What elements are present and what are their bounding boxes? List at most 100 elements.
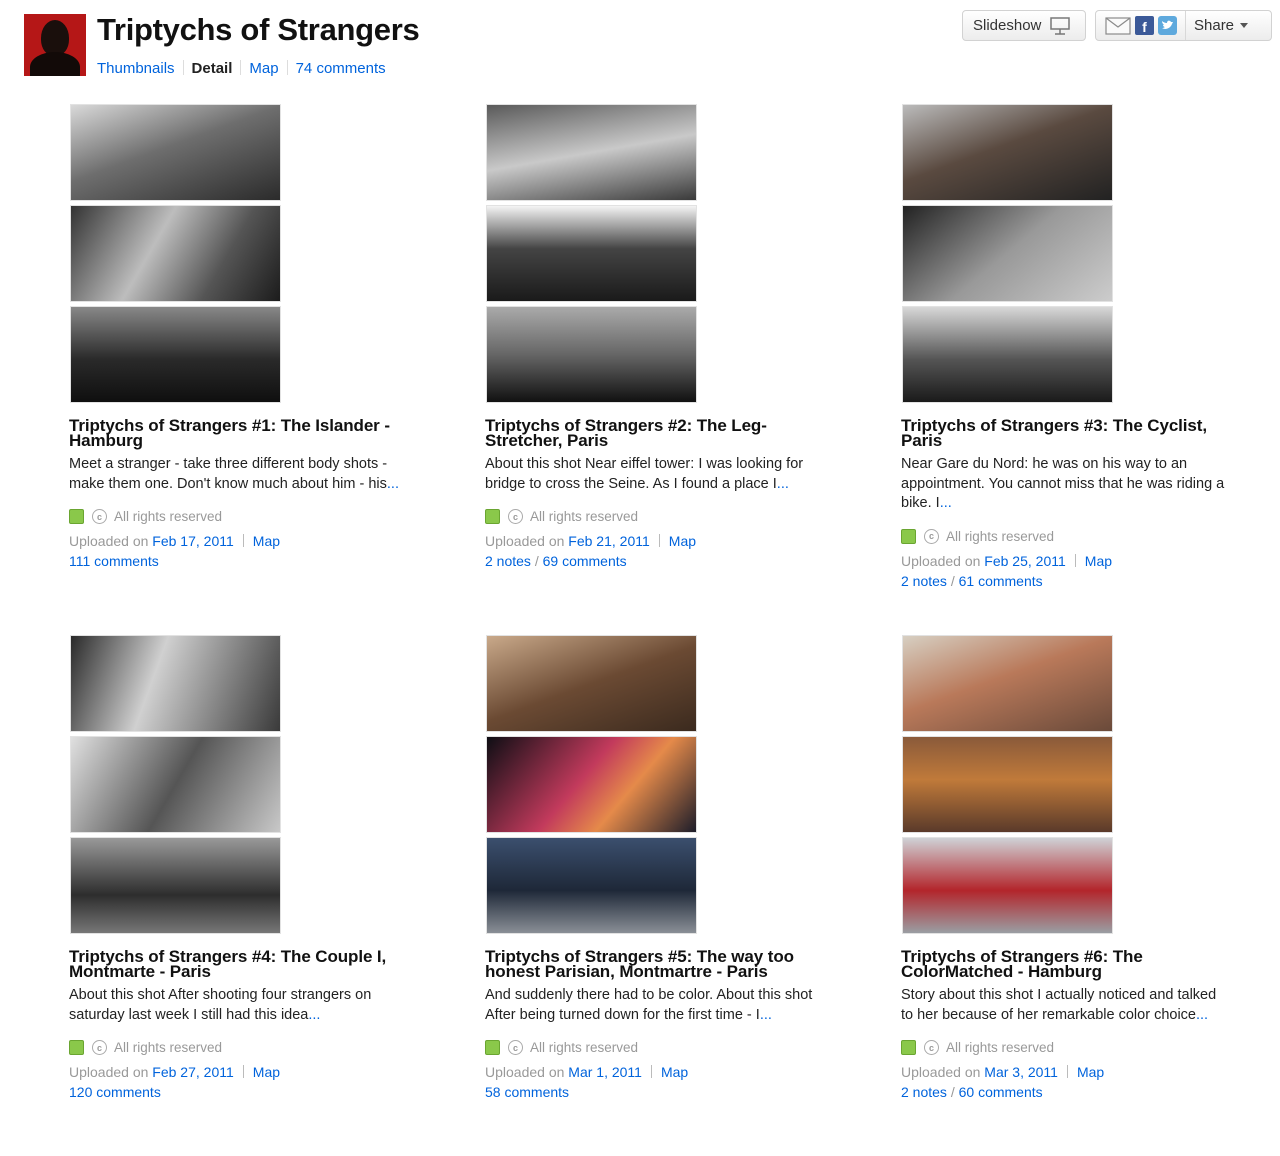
upload-date-link[interactable]: Feb 25, 2011 [984,553,1065,569]
comments-link[interactable]: 61 comments [959,573,1043,589]
slideshow-label: Slideshow [973,17,1042,34]
notes-link[interactable]: 2 notes [901,1084,947,1100]
tab-detail[interactable]: Detail [192,60,233,77]
comment-stats: 2 notes / 60 comments [901,1084,1043,1100]
license-label[interactable]: All rights reserved [530,1040,638,1055]
upload-info: Uploaded on Feb 25, 2011 Map [901,553,1231,569]
copyright-icon: c [92,1040,107,1055]
photo-panel-middle [486,205,697,302]
map-link[interactable]: Map [253,1064,280,1080]
comments-link[interactable]: 60 comments [959,1084,1043,1100]
copyright-icon: c [92,509,107,524]
license-row: c All rights reserved [69,509,399,524]
set-comments-link[interactable]: 74 comments [296,60,386,77]
photo-panel-top [70,104,281,201]
uploaded-prefix: Uploaded on [485,1064,569,1080]
photo-title[interactable]: Triptychs of Strangers #4: The Couple I,… [69,948,399,980]
triptych-photo[interactable] [485,634,698,937]
photo-panel-bottom [902,837,1113,934]
read-more-link[interactable]: ... [760,1007,772,1023]
photo-panel-bottom [486,306,697,403]
read-more-link[interactable]: ... [1196,1007,1208,1023]
photo-title[interactable]: Triptychs of Strangers #2: The Leg-Stret… [485,417,815,449]
triptych-photo[interactable] [69,103,282,406]
upload-date-link[interactable]: Feb 17, 2011 [152,533,233,549]
nav-divider [240,60,242,75]
meta-divider [650,1065,652,1078]
view-nav: Thumbnails Detail Map 74 comments [97,60,386,77]
uploaded-prefix: Uploaded on [69,1064,153,1080]
meta-divider [1074,553,1076,567]
map-link[interactable]: Map [669,533,696,549]
tab-thumbnails[interactable]: Thumbnails [97,60,175,77]
privacy-icon [901,528,916,544]
share-label: Share [1194,17,1235,34]
twitter-icon[interactable] [1158,16,1177,35]
owner-avatar[interactable] [24,14,86,76]
upload-date-link[interactable]: Mar 1, 2011 [568,1064,642,1080]
triptych-photo[interactable] [69,634,282,937]
photo-title[interactable]: Triptychs of Strangers #6: The ColorMatc… [901,948,1231,980]
photo-description: Story about this shot I actually noticed… [901,986,1231,1025]
copyright-icon: c [924,1040,939,1055]
read-more-link[interactable]: ... [387,476,399,492]
upload-info: Uploaded on Feb 17, 2011 Map [69,533,399,549]
comments-link[interactable]: 111 comments [69,553,159,569]
page-header: Triptychs of Strangers Thumbnails Detail M… [0,0,1280,96]
triptych-photo[interactable] [901,634,1114,937]
upload-date-link[interactable]: Feb 21, 2011 [568,533,649,549]
license-label[interactable]: All rights reserved [946,1040,1054,1055]
license-label[interactable]: All rights reserved [114,1040,222,1055]
read-more-link[interactable]: ... [777,476,789,492]
slideshow-button[interactable]: Slideshow [962,10,1086,41]
photo-description: And suddenly there had to be color. Abou… [485,986,815,1025]
notes-link[interactable]: 2 notes [485,553,531,569]
triptych-photo[interactable] [485,103,698,406]
privacy-icon [485,509,500,524]
photo-panel-middle [902,205,1113,302]
map-link[interactable]: Map [1077,1064,1104,1080]
upload-date-link[interactable]: Mar 3, 2011 [984,1064,1058,1080]
map-link[interactable]: Map [1085,553,1112,569]
photo-panel-bottom [70,306,281,403]
photo-panel-middle [486,736,697,833]
comments-link[interactable]: 120 comments [69,1084,161,1100]
photo-card: Triptychs of Strangers #1: The Islander … [69,103,399,569]
email-icon[interactable] [1105,16,1131,35]
uploaded-prefix: Uploaded on [69,533,153,549]
license-label[interactable]: All rights reserved [946,529,1054,544]
photo-title[interactable]: Triptychs of Strangers #1: The Islander … [69,417,399,449]
photo-card: Triptychs of Strangers #6: The ColorMatc… [901,634,1231,1100]
chevron-down-icon [1240,23,1249,28]
share-button[interactable]: Share [1186,17,1249,34]
meta-divider [658,534,660,547]
upload-date-link[interactable]: Feb 27, 2011 [152,1064,233,1080]
read-more-link[interactable]: ... [940,495,952,511]
photo-panel-top [902,104,1113,201]
tab-map[interactable]: Map [249,60,278,77]
set-title: Triptychs of Strangers [97,12,420,47]
license-row: c All rights reserved [485,509,815,524]
triptych-photo[interactable] [901,103,1114,406]
photo-title[interactable]: Triptychs of Strangers #5: The way too h… [485,948,815,980]
facebook-icon[interactable]: f [1135,16,1154,35]
comments-link[interactable]: 58 comments [485,1084,569,1100]
photo-card: Triptychs of Strangers #5: The way too h… [485,634,815,1100]
license-label[interactable]: All rights reserved [530,509,638,524]
privacy-icon [485,1040,500,1055]
photo-card: Triptychs of Strangers #2: The Leg-Stret… [485,103,815,569]
map-link[interactable]: Map [661,1064,688,1080]
notes-link[interactable]: 2 notes [901,573,947,589]
comments-link[interactable]: 69 comments [543,553,627,569]
license-label[interactable]: All rights reserved [114,509,222,524]
read-more-link[interactable]: ... [308,1007,320,1023]
photo-panel-top [486,635,697,732]
upload-info: Uploaded on Mar 1, 2011 Map [485,1064,815,1080]
photo-title[interactable]: Triptychs of Strangers #3: The Cyclist, … [901,417,1231,449]
map-link[interactable]: Map [253,533,280,549]
share-toolbar: f Share [1095,10,1272,41]
privacy-icon [69,1040,84,1055]
photo-panel-top [486,104,697,201]
comment-stats: 111 comments [69,553,399,569]
uploaded-prefix: Uploaded on [901,552,985,569]
